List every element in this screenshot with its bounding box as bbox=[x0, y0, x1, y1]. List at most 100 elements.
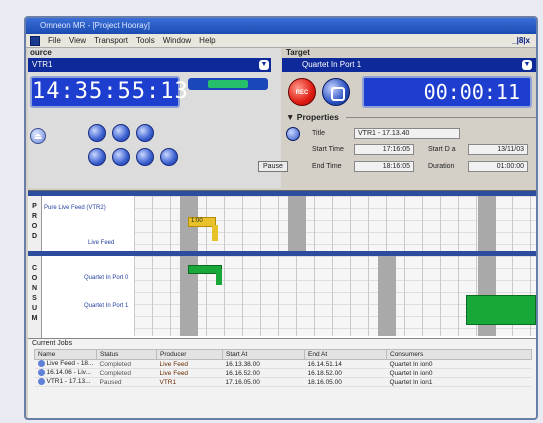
job-name: VTR1 - 17.13... bbox=[46, 378, 91, 386]
column-consumers[interactable]: Consumers bbox=[386, 349, 532, 360]
start-time-label: Start Time bbox=[312, 146, 344, 153]
window-title: Omneon MR - [Project Hooray] bbox=[26, 18, 536, 34]
step-forward-button[interactable] bbox=[136, 148, 154, 166]
side-letter: M bbox=[31, 315, 38, 322]
consumers-side-label: C O N S U M bbox=[28, 256, 42, 339]
side-letter: O bbox=[31, 275, 38, 282]
start-date-label: Start D a bbox=[428, 146, 456, 153]
menu-bar: File View Transport Tools Window Help _|… bbox=[26, 34, 536, 48]
job-icon bbox=[37, 369, 45, 377]
title-field[interactable]: VTR1 - 17.13.40 bbox=[354, 128, 460, 139]
table-row[interactable]: VTR1 - 17.13... Paused VTR1 17.16.05.00 … bbox=[34, 377, 532, 387]
job-end: 18.16.05.00 bbox=[304, 377, 387, 387]
chevron-down-icon[interactable]: ▼ bbox=[259, 60, 269, 70]
side-letter: O bbox=[31, 223, 38, 230]
job-name: Live Feed - 18... bbox=[46, 360, 94, 368]
job-end: 16.14.51.14 bbox=[304, 359, 387, 369]
job-icon bbox=[37, 378, 45, 386]
job-start: 17.16.05.00 bbox=[222, 377, 305, 387]
job-producer: VTR1 bbox=[156, 377, 223, 387]
time-gap bbox=[478, 196, 496, 251]
consumer-clip-tail[interactable] bbox=[216, 269, 222, 285]
target-selected: Quartet In Port 1 bbox=[302, 60, 362, 69]
properties-header[interactable]: ▼ Properties bbox=[286, 112, 536, 122]
target-timecode: 00:00:11 bbox=[362, 76, 532, 108]
chevron-down-icon[interactable]: ▼ bbox=[522, 60, 532, 70]
clip-icon bbox=[286, 127, 300, 141]
menu-help[interactable]: Help bbox=[199, 36, 215, 45]
duration-label: Duration bbox=[428, 163, 455, 170]
column-name[interactable]: Name bbox=[34, 349, 97, 360]
table-row[interactable]: 16.14.06 - Liv... Completed Live Feed 16… bbox=[34, 368, 532, 378]
producer-row-label: Pure Live Feed (VTR2) bbox=[44, 205, 106, 211]
time-gap bbox=[378, 256, 396, 336]
meter-fill bbox=[208, 80, 248, 88]
side-letter: N bbox=[31, 285, 38, 292]
side-letter: R bbox=[31, 213, 38, 220]
eject-icon[interactable]: ⏏ bbox=[30, 128, 46, 144]
menu-window[interactable]: Window bbox=[163, 36, 191, 45]
column-producer[interactable]: Producer bbox=[156, 349, 223, 360]
app-icon bbox=[30, 35, 40, 46]
side-letter: D bbox=[31, 233, 38, 240]
job-start: 16.16.52.00 bbox=[222, 368, 305, 378]
stop-button[interactable] bbox=[112, 124, 130, 142]
side-letter: C bbox=[31, 265, 38, 272]
column-status[interactable]: Status bbox=[96, 349, 157, 360]
menu-view[interactable]: View bbox=[69, 36, 86, 45]
job-consumers: Quartet In ion0 bbox=[386, 359, 532, 369]
target-select[interactable]: Quartet In Port 1 ▼ bbox=[282, 58, 536, 72]
properties-title: Properties bbox=[296, 112, 339, 122]
source-level-meter bbox=[188, 78, 268, 90]
table-row[interactable]: Live Feed - 18... Completed Live Feed 16… bbox=[34, 359, 532, 369]
job-producer: Live Feed bbox=[156, 368, 223, 378]
end-time-field[interactable]: 18:16:05 bbox=[354, 161, 414, 172]
start-time-field[interactable]: 17:16:05 bbox=[354, 144, 414, 155]
duration-field[interactable]: 01:00:00 bbox=[468, 161, 528, 172]
record-button[interactable]: REC bbox=[288, 78, 316, 106]
consumer-clip-active[interactable] bbox=[466, 295, 536, 325]
source-panel: ource VTR1 ▼ 14:35:55:13 ⏏ Pause bbox=[28, 48, 288, 188]
app-window: Omneon MR - [Project Hooray] File View T… bbox=[24, 16, 538, 420]
job-icon bbox=[37, 360, 45, 368]
column-end[interactable]: End At bbox=[304, 349, 387, 360]
job-producer: Live Feed bbox=[156, 359, 223, 369]
job-status: Completed bbox=[96, 359, 157, 369]
target-header: Target bbox=[286, 48, 310, 57]
job-end: 16.18.52.00 bbox=[304, 368, 387, 378]
side-letter: S bbox=[32, 295, 37, 302]
job-start: 16.13.38.00 bbox=[222, 359, 305, 369]
time-gap bbox=[288, 196, 306, 251]
fast-forward-button[interactable] bbox=[160, 148, 178, 166]
start-date-field[interactable]: 13/11/03 bbox=[468, 144, 528, 155]
source-select[interactable]: VTR1 ▼ bbox=[28, 58, 271, 72]
column-start[interactable]: Start At bbox=[222, 349, 305, 360]
job-name: 16.14.06 - Liv... bbox=[46, 369, 91, 377]
producer-clip-tail[interactable] bbox=[212, 225, 218, 241]
window-controls[interactable]: _|8|x bbox=[512, 36, 530, 45]
source-timecode: 14:35:55:13 bbox=[30, 76, 188, 108]
title-label: Title bbox=[312, 130, 325, 137]
job-consumers: Quartet In ion0 bbox=[386, 368, 532, 378]
jobs-header-row: Name Status Producer Start At End At Con… bbox=[34, 349, 532, 360]
menu-tools[interactable]: Tools bbox=[136, 36, 155, 45]
target-stop-button[interactable] bbox=[322, 78, 350, 106]
target-panel: Target Quartet In Port 1 ▼ REC 00:00:11 … bbox=[282, 48, 536, 188]
producers-side-label: P R O D bbox=[28, 196, 42, 251]
play-reverse-button[interactable] bbox=[88, 124, 106, 142]
source-selected: VTR1 bbox=[32, 60, 53, 69]
end-time-label: End Time bbox=[312, 163, 342, 170]
side-letter: P bbox=[32, 203, 37, 210]
timeline: P R O D Pure Live Feed (VTR2) Live Feed … bbox=[28, 190, 536, 339]
jobs-title: Current Jobs bbox=[32, 340, 73, 347]
job-status: Completed bbox=[96, 368, 157, 378]
step-back-button[interactable] bbox=[112, 148, 130, 166]
play-button[interactable] bbox=[136, 124, 154, 142]
rewind-button[interactable] bbox=[88, 148, 106, 166]
source-header: ource bbox=[30, 48, 52, 57]
current-jobs-panel: Current Jobs Name Status Producer Start … bbox=[28, 338, 536, 418]
job-status: Paused bbox=[96, 377, 157, 387]
menu-file[interactable]: File bbox=[48, 36, 61, 45]
job-consumers: Quartet In ion1 bbox=[386, 377, 532, 387]
menu-transport[interactable]: Transport bbox=[94, 36, 128, 45]
